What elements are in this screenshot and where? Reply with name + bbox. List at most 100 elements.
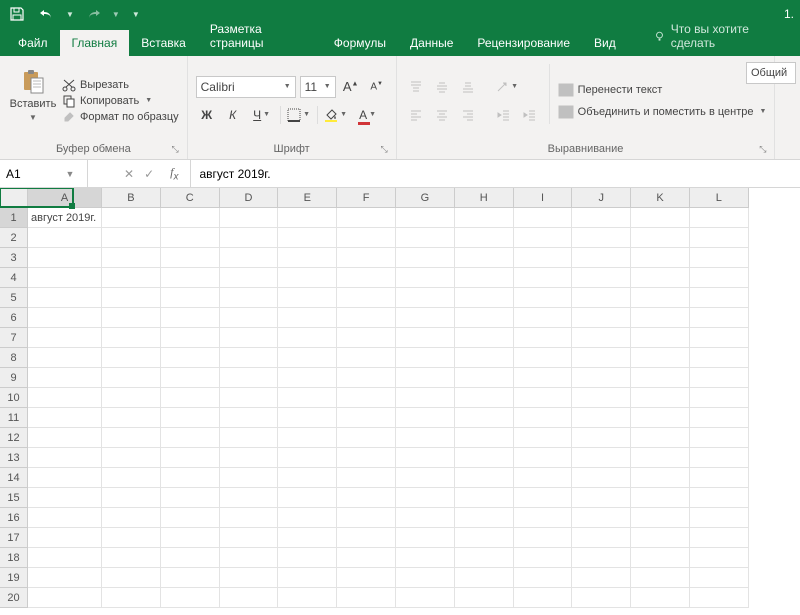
cell[interactable] <box>572 268 631 288</box>
cell[interactable] <box>514 428 573 448</box>
cell[interactable] <box>278 288 337 308</box>
cell[interactable] <box>102 348 161 368</box>
cell[interactable] <box>631 568 690 588</box>
cell[interactable] <box>631 368 690 388</box>
cell[interactable] <box>102 528 161 548</box>
cell[interactable] <box>514 288 573 308</box>
cell[interactable] <box>396 208 455 228</box>
cell[interactable] <box>396 348 455 368</box>
undo-dropdown-icon[interactable]: ▼ <box>66 10 74 19</box>
cell[interactable] <box>631 588 690 608</box>
cell[interactable] <box>514 468 573 488</box>
decrease-font-button[interactable]: A▼ <box>366 76 388 98</box>
cell[interactable] <box>102 568 161 588</box>
cell[interactable] <box>28 308 102 328</box>
cell[interactable] <box>102 308 161 328</box>
column-header[interactable]: G <box>396 188 455 208</box>
cell[interactable] <box>455 528 514 548</box>
align-right-button[interactable] <box>457 104 479 126</box>
save-icon[interactable] <box>6 3 28 25</box>
cell[interactable] <box>455 508 514 528</box>
cut-button[interactable]: Вырезать <box>62 78 179 92</box>
cell[interactable] <box>572 368 631 388</box>
wrap-text-button[interactable]: Перенести текст <box>558 83 767 97</box>
cell[interactable] <box>28 448 102 468</box>
cell[interactable] <box>28 348 102 368</box>
cell[interactable] <box>220 288 279 308</box>
cell[interactable] <box>220 468 279 488</box>
underline-button[interactable]: Ч▼ <box>248 104 276 126</box>
cell[interactable] <box>631 488 690 508</box>
increase-indent-button[interactable] <box>519 104 541 126</box>
cell[interactable] <box>220 548 279 568</box>
cell[interactable] <box>278 448 337 468</box>
cell[interactable] <box>278 348 337 368</box>
cell[interactable] <box>28 228 102 248</box>
cell[interactable] <box>28 248 102 268</box>
column-header[interactable]: L <box>690 188 749 208</box>
cell[interactable] <box>28 488 102 508</box>
cell[interactable] <box>278 588 337 608</box>
cell[interactable] <box>396 388 455 408</box>
cell[interactable] <box>220 248 279 268</box>
row-header[interactable]: 16 <box>0 508 28 528</box>
cell[interactable] <box>514 328 573 348</box>
cell[interactable] <box>514 228 573 248</box>
cell[interactable] <box>514 488 573 508</box>
chevron-down-icon[interactable]: ▼ <box>60 169 80 179</box>
borders-button[interactable]: ▼ <box>285 104 313 126</box>
name-box-input[interactable] <box>0 167 60 181</box>
cell[interactable] <box>220 308 279 328</box>
cell[interactable] <box>161 528 220 548</box>
cell[interactable] <box>102 448 161 468</box>
undo-icon[interactable] <box>36 3 58 25</box>
cell[interactable] <box>396 468 455 488</box>
cell[interactable] <box>102 548 161 568</box>
cell[interactable] <box>28 268 102 288</box>
cell[interactable] <box>572 328 631 348</box>
cell[interactable] <box>102 388 161 408</box>
column-header[interactable]: H <box>455 188 514 208</box>
cell[interactable] <box>28 548 102 568</box>
italic-button[interactable]: К <box>222 104 244 126</box>
cell[interactable] <box>278 508 337 528</box>
cell[interactable] <box>572 248 631 268</box>
cell[interactable] <box>396 368 455 388</box>
column-header[interactable]: A <box>28 188 102 208</box>
cell[interactable] <box>396 508 455 528</box>
tab-insert[interactable]: Вставка <box>129 30 198 56</box>
cell[interactable] <box>161 288 220 308</box>
tab-file[interactable]: Файл <box>6 30 60 56</box>
align-center-button[interactable] <box>431 104 453 126</box>
cell[interactable] <box>102 228 161 248</box>
cell[interactable] <box>102 248 161 268</box>
row-header[interactable]: 6 <box>0 308 28 328</box>
cell[interactable] <box>631 348 690 368</box>
cell[interactable] <box>455 428 514 448</box>
cell[interactable] <box>278 268 337 288</box>
cell[interactable] <box>278 208 337 228</box>
cell[interactable] <box>161 308 220 328</box>
cell[interactable] <box>337 588 396 608</box>
cell[interactable] <box>572 568 631 588</box>
cell[interactable] <box>631 328 690 348</box>
cell[interactable] <box>690 568 749 588</box>
cell[interactable] <box>337 528 396 548</box>
cell[interactable] <box>690 548 749 568</box>
cell[interactable] <box>690 228 749 248</box>
formula-input[interactable] <box>191 160 800 187</box>
cell[interactable] <box>220 328 279 348</box>
cell[interactable] <box>337 508 396 528</box>
cell[interactable] <box>220 368 279 388</box>
cell[interactable] <box>220 208 279 228</box>
cell[interactable] <box>278 408 337 428</box>
cell[interactable] <box>278 548 337 568</box>
cell[interactable] <box>631 208 690 228</box>
cell[interactable] <box>690 528 749 548</box>
cell[interactable] <box>572 308 631 328</box>
cell[interactable] <box>161 588 220 608</box>
column-header[interactable]: B <box>102 188 161 208</box>
cell[interactable] <box>514 408 573 428</box>
cell[interactable] <box>631 468 690 488</box>
cell[interactable] <box>514 268 573 288</box>
